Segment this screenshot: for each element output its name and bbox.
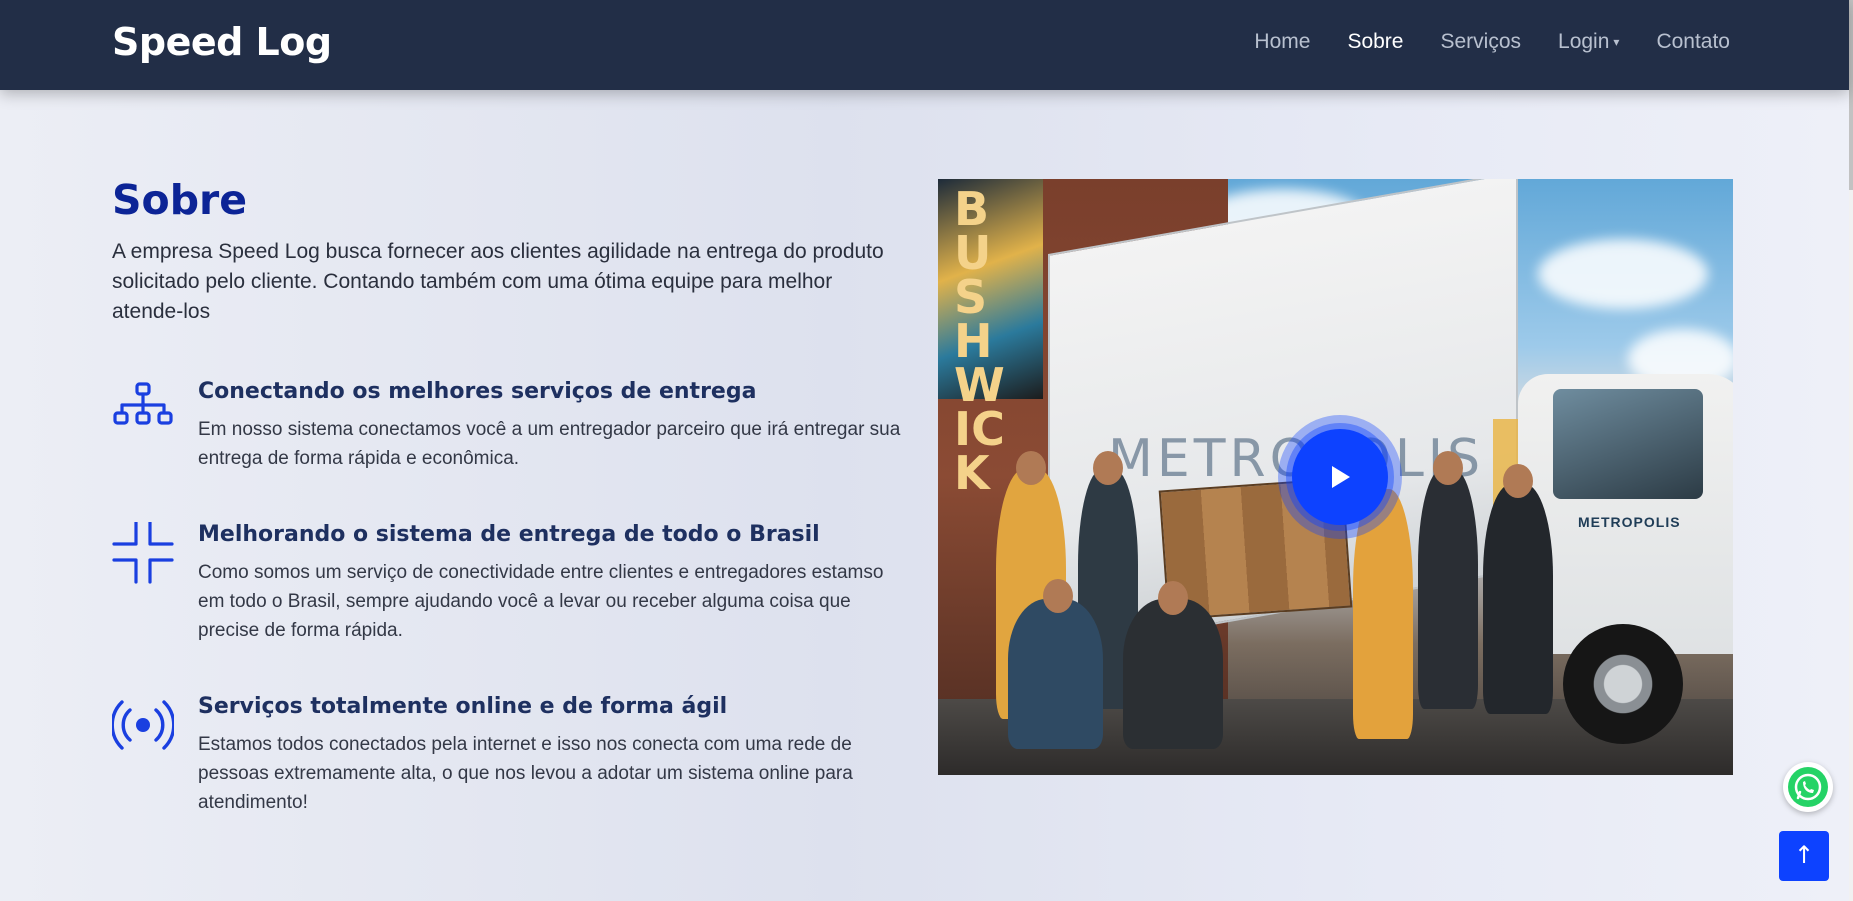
back-to-top-button[interactable]: ↑: [1779, 831, 1829, 881]
brand-logo[interactable]: Speed Log: [112, 20, 332, 64]
feature-text: Estamos todos conectados pela internet e…: [198, 734, 853, 813]
nav-home[interactable]: Home: [1254, 30, 1310, 54]
person-head: [1158, 581, 1188, 615]
person-head: [1093, 451, 1123, 485]
feature-text: Em nosso sistema conectamos você a um en…: [198, 419, 901, 469]
feature-title: Melhorando o sistema de entrega de todo …: [198, 522, 820, 547]
nav-servicos[interactable]: Serviços: [1440, 30, 1521, 54]
shrink-corners-icon: [112, 522, 174, 584]
nav-login-label: Login: [1558, 30, 1610, 53]
feature-title: Serviços totalmente online e de forma ág…: [198, 694, 728, 719]
main-nav: Home Sobre Serviços Login ▾ Contato: [1217, 30, 1730, 54]
person-head: [1043, 579, 1073, 613]
nav-login[interactable]: Login ▾: [1558, 30, 1619, 54]
play-button[interactable]: [1292, 429, 1388, 525]
section-title: Sobre: [112, 176, 248, 224]
person-head: [1016, 451, 1046, 485]
cab-text: METROPOLIS: [1578, 514, 1681, 530]
feature-text: Como somos um serviço de conectividade e…: [198, 562, 884, 641]
scrollbar[interactable]: [1849, 0, 1853, 901]
mural: BUSHWICK: [938, 179, 1043, 496]
nav-contato[interactable]: Contato: [1656, 30, 1730, 54]
about-video-thumbnail[interactable]: BUSHWICK METROPOLIS METROPOLIS: [938, 179, 1733, 775]
truck-window: [1553, 389, 1703, 499]
navbar: Speed Log Home Sobre Serviços Login ▾ Con…: [0, 0, 1849, 90]
person: [1123, 599, 1223, 749]
scrollbar-thumb[interactable]: [1849, 0, 1853, 190]
person-head: [1433, 451, 1463, 485]
person: [1483, 484, 1553, 714]
cloud: [1538, 239, 1708, 309]
section-intro: A empresa Speed Log busca fornecer aos c…: [112, 240, 884, 323]
chevron-down-icon: ▾: [1613, 35, 1620, 50]
broadcast-icon: [112, 700, 174, 750]
network-diagram-icon: [113, 382, 173, 425]
phone-icon: [1794, 773, 1822, 801]
person: [1418, 469, 1478, 709]
nav-sobre[interactable]: Sobre: [1347, 30, 1403, 54]
arrow-up-icon: ↑: [1793, 841, 1815, 869]
play-icon: [1332, 466, 1350, 488]
mural-text: BUSHWICK: [954, 182, 1005, 500]
whatsapp-icon: [1788, 767, 1828, 807]
whatsapp-button[interactable]: [1783, 762, 1833, 812]
truck-wheel: [1563, 624, 1683, 744]
feature-title: Conectando os melhores serviços de entre…: [198, 379, 757, 404]
person-head: [1503, 464, 1533, 498]
person: [1008, 599, 1103, 749]
